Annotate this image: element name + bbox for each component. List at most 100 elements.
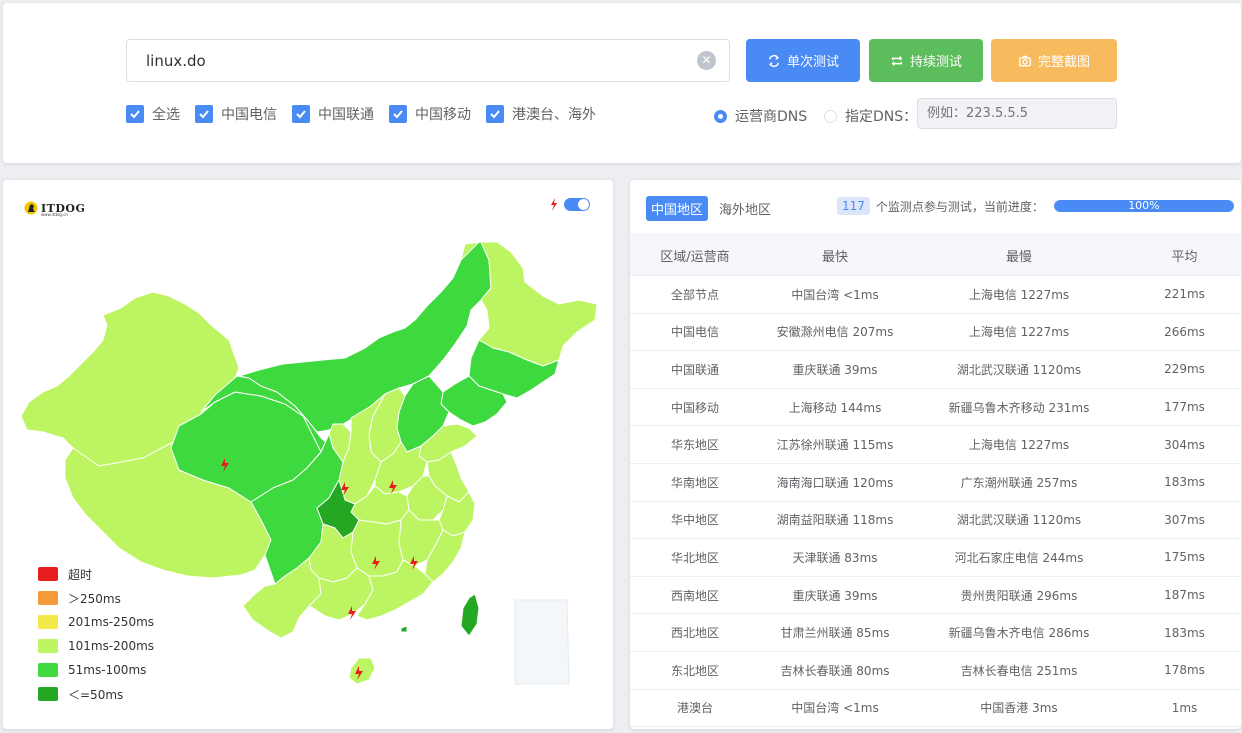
checkbox-label: 港澳台、海外: [512, 107, 596, 123]
progress-label: 个监测点参与测试，当前进度：: [875, 199, 1044, 214]
legend-swatch: [38, 687, 58, 701]
cell-fastest: 江苏徐州联通 115ms: [760, 425, 910, 464]
legend-swatch: [38, 639, 58, 653]
cell-fastest: 中国台湾 <1ms: [760, 689, 910, 728]
table-row: 西北地区 甘肃兰州联通 85ms 新疆乌鲁木齐电信 286ms 183ms: [630, 613, 1241, 652]
single-test-button[interactable]: 单次测试: [746, 39, 860, 82]
legend-item: ＜=50ms: [38, 682, 154, 706]
map-legend: 超时 ＞250ms 201ms-250ms 101ms-200ms 51ms-1…: [38, 562, 154, 706]
radio-dot: [824, 109, 837, 123]
loop-icon: [891, 55, 903, 66]
cell-region: 港澳台: [630, 689, 760, 728]
table-row: 华中地区 湖南益阳联通 118ms 湖北武汉联通 1120ms 307ms: [630, 501, 1241, 540]
cell-fastest: 海南海口联通 120ms: [760, 463, 910, 502]
table-row: 华东地区 江苏徐州联通 115ms 上海电信 1227ms 304ms: [630, 425, 1241, 464]
timeout-marker-toggle[interactable]: [564, 198, 590, 211]
cell-average: 175ms: [1128, 538, 1241, 577]
cell-fastest: 甘肃兰州联通 85ms: [760, 613, 910, 652]
cell-slowest: 吉林长春电信 251ms: [910, 651, 1128, 690]
cell-region: 华中地区: [630, 501, 760, 540]
legend-swatch: [38, 591, 58, 605]
cell-region: 中国联通: [630, 350, 760, 389]
checkbox-check-icon: [126, 105, 144, 123]
tab-china[interactable]: 中国地区: [646, 196, 709, 221]
cell-region: 华东地区: [630, 425, 760, 464]
header-fastest[interactable]: 最快: [760, 234, 910, 276]
radio-isp-dns[interactable]: 运营商DNS: [714, 106, 807, 126]
table-row: 中国移动 上海移动 144ms 新疆乌鲁木齐移动 231ms 177ms: [630, 388, 1241, 427]
legend-label: ＞250ms: [68, 591, 121, 606]
header-average[interactable]: 平均: [1128, 234, 1241, 276]
cell-average: 266ms: [1128, 313, 1241, 352]
cell-slowest: 中国香港 3ms: [910, 689, 1128, 728]
cell-slowest: 广东潮州联通 257ms: [910, 463, 1128, 502]
table-row: 全部节点 中国台湾 <1ms 上海电信 1227ms 221ms: [630, 275, 1241, 314]
cell-average: 187ms: [1128, 576, 1241, 615]
region-taiwan[interactable]: [460, 593, 480, 637]
full-screenshot-button[interactable]: 完整截图: [991, 39, 1117, 82]
cell-region: 全部节点: [630, 275, 760, 314]
checkbox-mobile[interactable]: 中国移动: [389, 104, 471, 124]
checkbox-label: 中国电信: [221, 107, 277, 123]
dog-icon: [24, 201, 38, 215]
region-hunan[interactable]: [350, 519, 404, 577]
header-slowest[interactable]: 最慢: [910, 234, 1128, 276]
cell-fastest: 重庆联通 39ms: [760, 576, 910, 615]
legend-label: 51ms-100ms: [68, 663, 147, 677]
legend-label: 101ms-200ms: [68, 639, 155, 653]
cell-fastest: 湖南益阳联通 118ms: [760, 501, 910, 540]
radio-isp-dns-label: 运营商DNS: [735, 109, 808, 125]
cell-average: 221ms: [1128, 275, 1241, 314]
continuous-test-label: 持续测试: [909, 55, 962, 70]
logo-subtext: www.itdog.cn: [41, 212, 68, 217]
legend-item: 101ms-200ms: [38, 634, 154, 658]
timeout-toggle-area: [550, 198, 590, 211]
progress-bar: 100%: [1053, 200, 1234, 212]
cell-average: 1ms: [1128, 689, 1241, 728]
itdog-logo: ITDOG www.itdog.cn: [24, 200, 85, 217]
cell-slowest: 河北石家庄电信 244ms: [910, 538, 1128, 577]
cell-slowest: 贵州贵阳联通 296ms: [910, 576, 1128, 615]
checkbox-check-icon: [389, 105, 407, 123]
legend-swatch: [38, 615, 58, 629]
cell-slowest: 上海电信 1227ms: [910, 425, 1128, 464]
legend-label: 201ms-250ms: [68, 615, 155, 629]
cell-fastest: 重庆联通 39ms: [760, 350, 910, 389]
legend-label: 超时: [68, 567, 93, 582]
cell-average: 178ms: [1128, 651, 1241, 690]
table-row: 华南地区 海南海口联通 120ms 广东潮州联通 257ms 183ms: [630, 463, 1241, 502]
progress-percent: 100%: [1128, 200, 1160, 212]
region-hongkong[interactable]: [400, 625, 408, 633]
checkbox-unicom[interactable]: 中国联通: [292, 104, 374, 124]
cell-slowest: 上海电信 1227ms: [910, 275, 1128, 314]
header-region[interactable]: 区域/运营商: [630, 234, 760, 276]
radio-custom-dns[interactable]: 指定DNS：: [824, 106, 917, 126]
continuous-test-button[interactable]: 持续测试: [869, 39, 983, 82]
cell-fastest: 中国台湾 <1ms: [760, 275, 910, 314]
cell-slowest: 新疆乌鲁木齐移动 231ms: [910, 388, 1128, 427]
radio-dot: [714, 109, 727, 123]
checkbox-check-icon: [195, 105, 213, 123]
checkbox-label: 全选: [152, 107, 180, 123]
checkbox-select-all[interactable]: 全选: [126, 104, 180, 124]
cell-region: 中国电信: [630, 313, 760, 352]
single-test-label: 单次测试: [786, 55, 839, 70]
results-panel: 中国地区 海外地区 117 个监测点参与测试，当前进度： 100% 区域/运营商…: [630, 180, 1241, 729]
table-row: 港澳台 中国台湾 <1ms 中国香港 3ms 1ms: [630, 689, 1241, 728]
cell-average: 183ms: [1128, 613, 1241, 652]
cell-average: 183ms: [1128, 463, 1241, 502]
latency-map-panel: ITDOG www.itdog.cn 超时 ＞250ms 201ms-250ms…: [3, 180, 613, 729]
tab-overseas[interactable]: 海外地区: [714, 196, 776, 221]
checkbox-telecom[interactable]: 中国电信: [195, 104, 277, 124]
cell-fastest: 安徽滁州电信 207ms: [760, 313, 910, 352]
south-china-sea-inset: [514, 599, 570, 685]
cell-region: 中国移动: [630, 388, 760, 427]
custom-dns-input[interactable]: [917, 98, 1117, 129]
cell-slowest: 湖北武汉联通 1120ms: [910, 350, 1128, 389]
url-input[interactable]: [127, 40, 667, 81]
clear-input-icon[interactable]: ✕: [697, 51, 716, 70]
checkbox-hmt-overseas[interactable]: 港澳台、海外: [486, 104, 596, 124]
table-row: 华北地区 天津联通 83ms 河北石家庄电信 244ms 175ms: [630, 538, 1241, 577]
node-count-badge: 117: [837, 197, 870, 215]
cell-average: 304ms: [1128, 425, 1241, 464]
